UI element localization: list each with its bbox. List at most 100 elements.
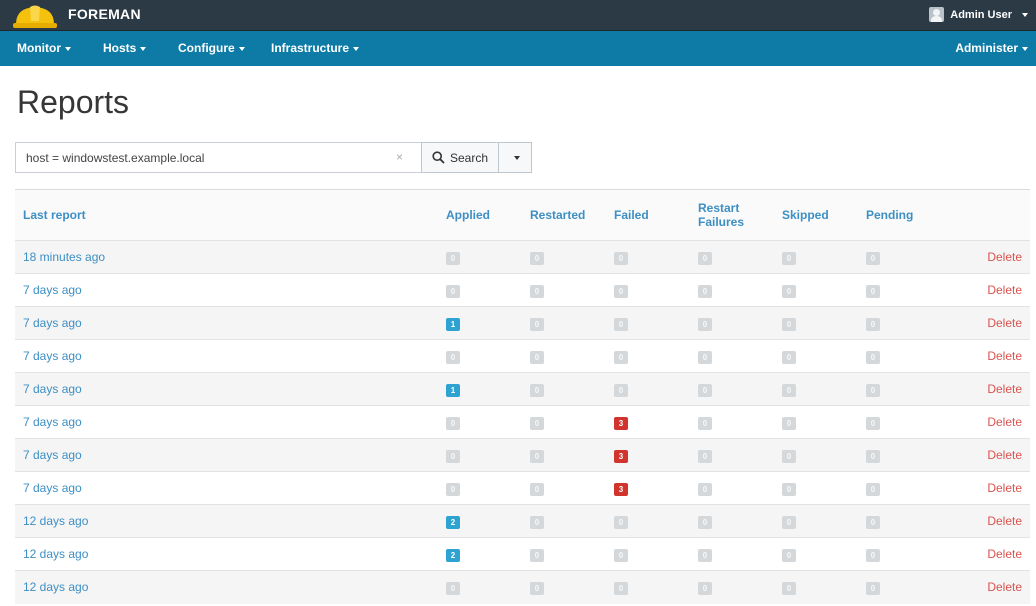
skipped-count-badge: 0: [782, 383, 796, 397]
failed-count-badge: 0: [614, 548, 628, 562]
delete-link[interactable]: Delete: [942, 372, 1030, 406]
col-restart-failures[interactable]: Restart Failures: [690, 189, 774, 241]
last-report-link[interactable]: 7 days ago: [15, 306, 438, 340]
delete-link[interactable]: Delete: [942, 339, 1030, 373]
cell-restarted: 0: [522, 405, 606, 439]
applied-count-badge: 1: [446, 383, 460, 397]
delete-link[interactable]: Delete: [942, 537, 1030, 571]
cell-restart-failures: 0: [690, 471, 774, 505]
cell-skipped: 0: [774, 372, 858, 406]
skipped-count-badge: 0: [782, 449, 796, 463]
cell-failed: 0: [606, 339, 690, 373]
cell-pending: 0: [858, 273, 942, 307]
nav-monitor[interactable]: Monitor: [17, 41, 71, 55]
pending-count-badge: 0: [866, 449, 880, 463]
cell-applied: 2: [438, 537, 522, 571]
brand-name[interactable]: FOREMAN: [68, 6, 141, 22]
clear-search-icon[interactable]: ×: [396, 150, 403, 164]
nav-administer[interactable]: Administer: [955, 41, 1028, 55]
pending-count-badge: 0: [866, 383, 880, 397]
failed-count-badge: 0: [614, 317, 628, 331]
skipped-count-badge: 0: [782, 515, 796, 529]
nav-configure[interactable]: Configure: [178, 41, 245, 55]
pending-count-badge: 0: [866, 350, 880, 364]
restarted-count-badge: 0: [530, 515, 544, 529]
restarted-count-badge: 0: [530, 449, 544, 463]
cell-pending: 0: [858, 405, 942, 439]
restarted-count-badge: 0: [530, 317, 544, 331]
col-skipped[interactable]: Skipped: [774, 189, 858, 241]
user-menu[interactable]: Admin User: [929, 7, 1028, 22]
applied-count-badge: 2: [446, 548, 460, 562]
main-nav: Monitor Hosts Configure Infrastructure A…: [0, 31, 1036, 66]
pending-count-badge: 0: [866, 581, 880, 595]
table-row: 7 days ago 0 0 0 0 0 0 Delete: [15, 339, 1030, 373]
skipped-count-badge: 0: [782, 317, 796, 331]
failed-count-badge: 3: [614, 416, 628, 430]
cell-applied: 1: [438, 306, 522, 340]
cell-restarted: 0: [522, 438, 606, 472]
last-report-link[interactable]: 12 days ago: [15, 537, 438, 571]
restarted-count-badge: 0: [530, 350, 544, 364]
last-report-link[interactable]: 7 days ago: [15, 438, 438, 472]
failed-count-badge: 3: [614, 449, 628, 463]
cell-failed: 3: [606, 405, 690, 439]
delete-link[interactable]: Delete: [942, 240, 1030, 274]
cell-restarted: 0: [522, 306, 606, 340]
delete-link[interactable]: Delete: [942, 471, 1030, 505]
restarted-count-badge: 0: [530, 284, 544, 298]
last-report-link[interactable]: 7 days ago: [15, 339, 438, 373]
col-last-report[interactable]: Last report: [15, 189, 438, 241]
col-applied[interactable]: Applied: [438, 189, 522, 241]
hard-hat-logo-icon[interactable]: [12, 2, 58, 30]
table-row: 7 days ago 1 0 0 0 0 0 Delete: [15, 306, 1030, 340]
applied-count-badge: 0: [446, 482, 460, 496]
skipped-count-badge: 0: [782, 251, 796, 265]
failed-count-badge: 0: [614, 284, 628, 298]
chevron-down-icon: [1022, 12, 1028, 17]
last-report-link[interactable]: 7 days ago: [15, 273, 438, 307]
restart-failures-count-badge: 0: [698, 317, 712, 331]
cell-restarted: 0: [522, 504, 606, 538]
col-restarted[interactable]: Restarted: [522, 189, 606, 241]
delete-link[interactable]: Delete: [942, 570, 1030, 604]
cell-failed: 0: [606, 240, 690, 274]
delete-link[interactable]: Delete: [942, 504, 1030, 538]
restarted-count-badge: 0: [530, 548, 544, 562]
last-report-link[interactable]: 18 minutes ago: [15, 240, 438, 274]
delete-link[interactable]: Delete: [942, 306, 1030, 340]
applied-count-badge: 0: [446, 581, 460, 595]
nav-infrastructure[interactable]: Infrastructure: [271, 41, 360, 55]
last-report-link[interactable]: 12 days ago: [15, 504, 438, 538]
cell-applied: 0: [438, 570, 522, 604]
search-input[interactable]: [15, 142, 421, 173]
last-report-link[interactable]: 7 days ago: [15, 405, 438, 439]
chevron-down-icon: [514, 155, 521, 160]
last-report-link[interactable]: 7 days ago: [15, 471, 438, 505]
failed-count-badge: 3: [614, 482, 628, 496]
search-options-dropdown[interactable]: [499, 142, 533, 173]
col-pending[interactable]: Pending: [858, 189, 942, 241]
last-report-link[interactable]: 7 days ago: [15, 372, 438, 406]
nav-hosts[interactable]: Hosts: [103, 41, 147, 55]
cell-applied: 0: [438, 240, 522, 274]
skipped-count-badge: 0: [782, 581, 796, 595]
applied-count-badge: 0: [446, 449, 460, 463]
cell-pending: 0: [858, 240, 942, 274]
search-button[interactable]: Search: [421, 142, 500, 173]
delete-link[interactable]: Delete: [942, 273, 1030, 307]
failed-count-badge: 0: [614, 515, 628, 529]
col-failed[interactable]: Failed: [606, 189, 690, 241]
cell-restart-failures: 0: [690, 438, 774, 472]
delete-link[interactable]: Delete: [942, 405, 1030, 439]
last-report-link[interactable]: 12 days ago: [15, 570, 438, 604]
pending-count-badge: 0: [866, 416, 880, 430]
cell-restart-failures: 0: [690, 339, 774, 373]
cell-skipped: 0: [774, 504, 858, 538]
cell-restarted: 0: [522, 537, 606, 571]
applied-count-badge: 0: [446, 251, 460, 265]
cell-restarted: 0: [522, 339, 606, 373]
cell-applied: 0: [438, 471, 522, 505]
table-row: 12 days ago 0 0 0 0 0 0 Delete: [15, 570, 1030, 604]
delete-link[interactable]: Delete: [942, 438, 1030, 472]
